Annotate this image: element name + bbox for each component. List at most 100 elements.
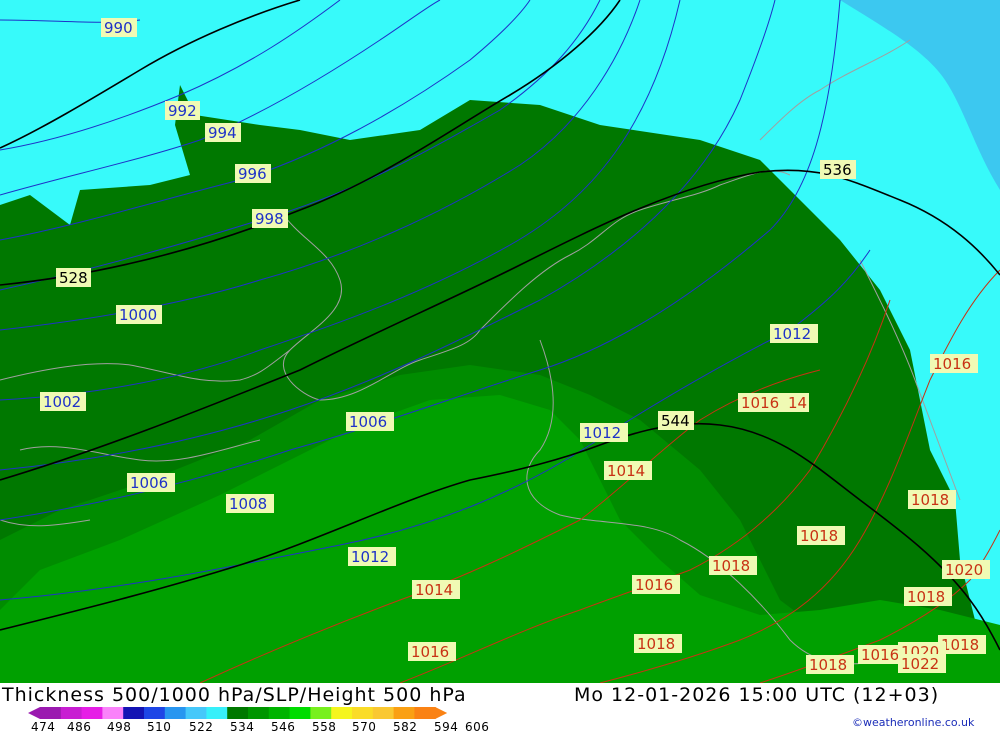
legend-swatch	[268, 707, 291, 719]
legend-swatch	[248, 707, 270, 719]
svg-text:1006: 1006	[349, 413, 387, 431]
svg-text:990: 990	[104, 19, 133, 37]
slp-label: 1016	[738, 393, 786, 412]
slp-label: 1016	[930, 354, 978, 373]
slp-label: 1018	[634, 634, 682, 653]
height-label: 536	[820, 160, 856, 179]
svg-text:1018: 1018	[800, 527, 838, 545]
svg-text:996: 996	[238, 165, 267, 183]
slp-label: 1020	[942, 560, 990, 579]
legend-swatch	[185, 707, 207, 719]
svg-text:1020: 1020	[945, 561, 983, 579]
svg-text:1006: 1006	[130, 474, 168, 492]
slp-label: 1012	[770, 324, 818, 343]
legend-tick: 486	[67, 720, 92, 734]
svg-text:1014: 1014	[607, 462, 645, 480]
svg-text:1018: 1018	[809, 656, 847, 674]
slp-label: 990	[101, 18, 137, 37]
slp-label: 998	[252, 209, 288, 228]
legend-tick: 570	[352, 720, 377, 734]
svg-text:1018: 1018	[907, 588, 945, 606]
legend-swatch	[331, 707, 353, 719]
slp-label: 1012	[348, 547, 396, 566]
color-legend	[28, 707, 448, 719]
svg-text:1018: 1018	[941, 636, 979, 654]
weather-map: 990 992 994 996 998 1000 1002 1006 1006 …	[0, 0, 1000, 683]
valid-time: Mo 12-01-2026 15:00 UTC (12+03)	[574, 684, 940, 706]
legend-tick: 474	[31, 720, 56, 734]
svg-text:1016: 1016	[861, 646, 899, 664]
slp-label: 1016	[408, 642, 456, 661]
slp-label: 1018	[904, 587, 952, 606]
svg-text:1016: 1016	[741, 394, 779, 412]
svg-text:992: 992	[168, 102, 197, 120]
svg-text:1012: 1012	[351, 548, 389, 566]
svg-text:1018: 1018	[637, 635, 675, 653]
svg-text:998: 998	[255, 210, 284, 228]
legend-tick: 498	[107, 720, 132, 734]
legend-swatch	[227, 707, 249, 719]
slp-label: 1000	[116, 305, 162, 324]
height-label: 544	[658, 411, 694, 430]
slp-label: 1012	[580, 423, 628, 442]
svg-text:1002: 1002	[43, 393, 81, 411]
slp-label: 1018	[908, 490, 956, 509]
legend-swatch	[164, 707, 187, 719]
map-footer: Thickness 500/1000 hPa/SLP/Height 500 hP…	[0, 683, 1000, 734]
legend-tick: 522	[189, 720, 214, 734]
legend-tick: 510	[147, 720, 172, 734]
legend-swatch	[289, 707, 311, 719]
slp-label: 1014	[604, 461, 652, 480]
svg-text:528: 528	[59, 269, 88, 287]
legend-swatch	[352, 707, 374, 719]
slp-label: 1008	[226, 494, 274, 513]
legend-tick: 546	[271, 720, 296, 734]
legend-swatch	[393, 707, 415, 719]
legend-tick: 594	[434, 720, 459, 734]
svg-text:14: 14	[788, 394, 807, 412]
slp-label: 14	[785, 393, 809, 412]
legend-tick: 582	[393, 720, 418, 734]
svg-text:544: 544	[661, 412, 690, 430]
legend-swatch	[206, 707, 228, 719]
svg-text:1000: 1000	[119, 306, 157, 324]
legend-swatch	[414, 707, 436, 719]
legend-tick: 606	[465, 720, 490, 734]
svg-text:994: 994	[208, 124, 237, 142]
svg-text:1012: 1012	[583, 424, 621, 442]
svg-text:1018: 1018	[712, 557, 750, 575]
slp-label: 1022	[898, 654, 946, 673]
svg-text:1008: 1008	[229, 495, 267, 513]
legend-tick: 534	[230, 720, 255, 734]
slp-label: 1006	[346, 412, 394, 431]
credit-link[interactable]: ©weatheronline.co.uk	[852, 716, 974, 729]
svg-text:1012: 1012	[773, 325, 811, 343]
slp-label: 1018	[797, 526, 845, 545]
height-label: 528	[56, 268, 91, 287]
svg-text:1016: 1016	[933, 355, 971, 373]
legend-swatch	[40, 707, 62, 719]
slp-label: 992	[165, 101, 200, 120]
legend-swatch	[310, 707, 332, 719]
legend-arrow-right	[435, 707, 448, 719]
legend-swatch	[60, 707, 83, 719]
slp-label: 1002	[40, 392, 86, 411]
legend-swatch	[144, 707, 166, 719]
legend-swatch	[102, 707, 124, 719]
svg-text:536: 536	[823, 161, 852, 179]
svg-text:1014: 1014	[415, 581, 453, 599]
slp-label: 1006	[127, 473, 175, 492]
svg-text:1016: 1016	[635, 576, 673, 594]
svg-text:1018: 1018	[911, 491, 949, 509]
legend-swatch	[123, 707, 145, 719]
legend-swatch	[81, 707, 103, 719]
slp-label: 1014	[412, 580, 460, 599]
legend-arrow-left	[28, 707, 40, 719]
slp-label: 996	[235, 164, 271, 183]
legend-tick: 558	[312, 720, 337, 734]
map-title: Thickness 500/1000 hPa/SLP/Height 500 hP…	[2, 684, 467, 706]
slp-label: 1018	[806, 655, 854, 674]
slp-label: 1018	[709, 556, 757, 575]
slp-label: 1016	[632, 575, 680, 594]
svg-text:1016: 1016	[411, 643, 449, 661]
